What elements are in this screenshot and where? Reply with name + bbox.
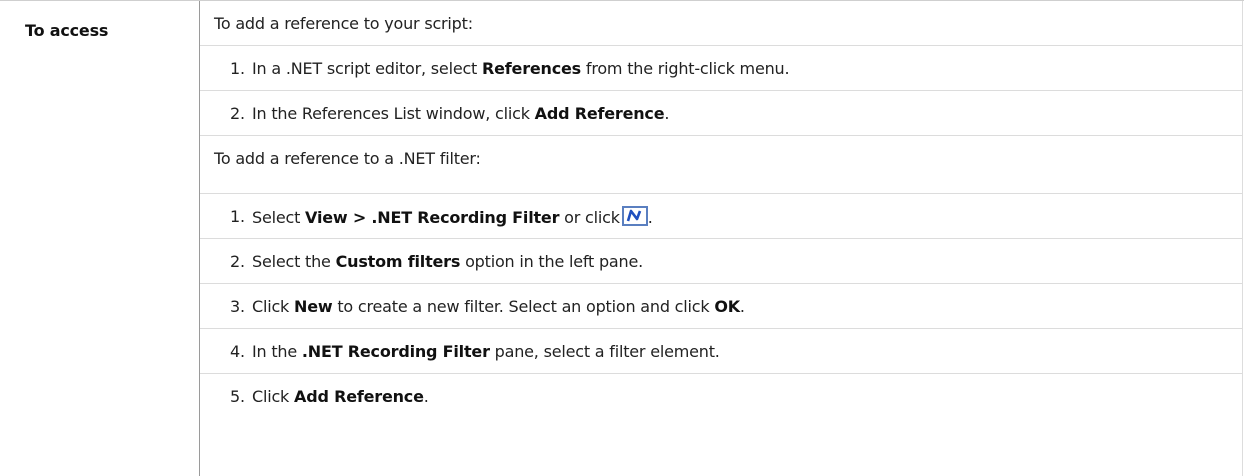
to-access-table: To access To add a reference to your scr… [0, 0, 1244, 476]
net-recording-filter-icon[interactable] [621, 205, 648, 226]
filter-step-1: 1. Select View > .NET Recording Filter o… [230, 205, 653, 227]
filter-step-5: 5. Click Add Reference. [230, 386, 429, 406]
label-to-access: To access [25, 21, 109, 40]
script-intro: To add a reference to your script: [214, 13, 473, 33]
filter-step-4: 4. In the .NET Recording Filter pane, se… [230, 341, 720, 361]
label-cell: To access [0, 1, 200, 476]
script-step-1: 1. In a .NET script editor, select Refer… [230, 58, 790, 78]
filter-step-3: 3. Click New to create a new filter. Sel… [230, 296, 745, 316]
filter-intro: To add a reference to a .NET filter: [214, 148, 481, 168]
script-step-2: 2. In the References List window, click … [230, 103, 670, 123]
content-cell: To add a reference to your script: 1. In… [200, 1, 1243, 476]
filter-step-2: 2. Select the Custom filters option in t… [230, 251, 644, 271]
